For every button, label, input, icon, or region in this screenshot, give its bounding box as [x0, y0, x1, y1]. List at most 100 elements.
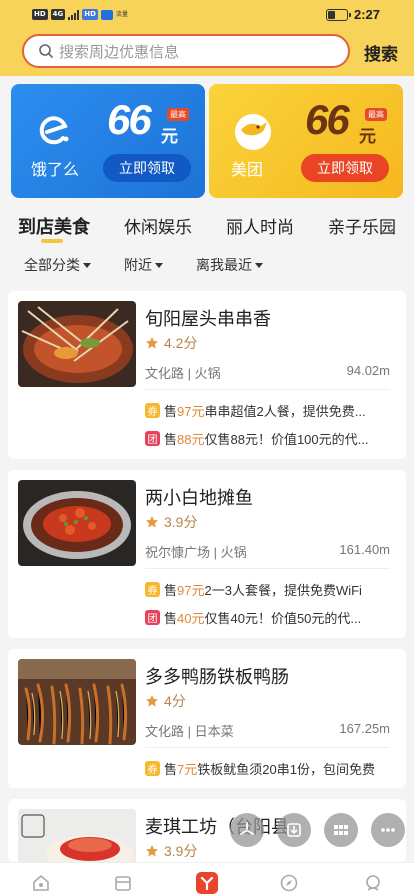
- store-rating: 4.2分: [145, 333, 197, 353]
- status-left: HD 4G HD 流量: [32, 9, 128, 20]
- store-photo: [18, 301, 136, 387]
- bottom-nav: [0, 862, 414, 896]
- hd-voice-chip: HD: [82, 9, 98, 20]
- pinwheel-button[interactable]: [230, 813, 264, 847]
- header-background: HD 4G HD 流量 2:27 搜索周边优惠信息 搜索: [0, 0, 414, 76]
- meituan-brand-label: 美团: [231, 162, 264, 179]
- deal-groupbuy[interactable]: 团 售 40元 仅售40元！价值50元的代...: [145, 608, 395, 627]
- meituan-max-tag: 最高: [365, 108, 387, 121]
- pinwheel-icon: [240, 822, 254, 835]
- more-button[interactable]: [371, 813, 405, 847]
- store-photo: [18, 659, 136, 745]
- divider: [145, 389, 390, 390]
- active-tab-indicator: [41, 239, 63, 243]
- brand-logo-icon: [200, 876, 214, 891]
- eleme-brand-label: 饿了么: [31, 162, 80, 179]
- deal-coupon[interactable]: 券 售 97元 串串超值2人餐，提供免费...: [145, 401, 395, 420]
- grid-icon: [334, 825, 348, 835]
- caret-down-icon: [155, 262, 163, 268]
- deal-prefix: 售: [164, 432, 178, 447]
- search-button[interactable]: 搜索: [364, 40, 398, 65]
- groupbuy-tag: 团: [145, 610, 160, 625]
- store-distance: 161.40m: [339, 542, 390, 557]
- store-address: 祝尔慷广场 | 火锅: [145, 545, 247, 560]
- tab-beauty[interactable]: 丽人时尚: [226, 213, 294, 238]
- search-placeholder: 搜索周边优惠信息: [59, 43, 180, 61]
- meituan-unit: 元: [359, 127, 376, 146]
- tab-family[interactable]: 亲子乐园: [328, 213, 396, 238]
- deal-text: 仅售40元！价值50元的代...: [204, 611, 362, 626]
- meituan-promo-card[interactable]: 美团 66 最高 元 立即领取: [209, 84, 403, 198]
- store-name: 多多鸭肠铁板鸭肠: [145, 667, 289, 687]
- store-name: 两小白地摊鱼: [145, 488, 253, 508]
- filter-category-label: 全部分类: [24, 257, 80, 273]
- store-card[interactable]: 多多鸭肠铁板鸭肠 4分 文化路 | 日本菜 167.25m 券 售 7元 铁板鱿…: [8, 649, 406, 788]
- deal-prefix: 售: [164, 583, 178, 598]
- nav-center[interactable]: [196, 872, 218, 894]
- rating-value: 4分: [164, 693, 186, 709]
- groupbuy-tag: 团: [145, 431, 160, 446]
- filter-category-dropdown[interactable]: 全部分类: [24, 255, 91, 275]
- nav-discover[interactable]: [278, 872, 300, 894]
- search-input[interactable]: 搜索周边优惠信息: [22, 34, 350, 68]
- floating-actions: [230, 813, 405, 847]
- store-address: 文化路 | 火锅: [145, 366, 221, 381]
- deal-price: 97元: [177, 404, 205, 419]
- nav-profile[interactable]: [362, 872, 384, 894]
- tab-food[interactable]: 到店美食: [18, 213, 90, 239]
- network-chip: 4G: [50, 9, 66, 20]
- coupon-tag: 券: [145, 582, 160, 597]
- store-name: 旬阳屋头串串香: [145, 309, 271, 329]
- star-icon: [146, 337, 158, 349]
- store-icon: [115, 876, 131, 891]
- star-icon: [146, 695, 158, 707]
- tab-entertainment[interactable]: 休闲娱乐: [124, 213, 192, 238]
- battery-level: [327, 10, 335, 19]
- download-icon: [287, 823, 301, 837]
- eleme-unit: 元: [161, 127, 178, 146]
- rating-value: 3.9分: [164, 843, 198, 859]
- status-right: 2:27: [325, 7, 380, 22]
- filter-bar: 全部分类 附近 离我最近: [0, 255, 414, 275]
- battery-icon: [325, 8, 351, 21]
- coupon-tag: 券: [145, 761, 160, 776]
- eleme-max-tag: 最高: [167, 108, 189, 121]
- nav-home[interactable]: [30, 872, 52, 894]
- meituan-logo-icon: [235, 114, 271, 150]
- deal-price: 88元: [177, 432, 205, 447]
- grid-button[interactable]: [324, 813, 358, 847]
- star-icon: [146, 516, 158, 528]
- eleme-promo-card[interactable]: 饿了么 66 最高 元 立即领取: [11, 84, 205, 198]
- meituan-claim-button[interactable]: 立即领取: [301, 154, 389, 182]
- deal-coupon[interactable]: 券 售 7元 铁板鱿鱼须20串1份，包间免费: [145, 759, 395, 778]
- rating-value: 3.9分: [164, 514, 198, 530]
- deal-text: 铁板鱿鱼须20串1份，包间免费: [197, 762, 375, 777]
- download-button[interactable]: [277, 813, 311, 847]
- deal-groupbuy[interactable]: 团 售 88元 仅售88元！价值100元的代...: [145, 429, 395, 448]
- filter-sort-label: 离我最近: [196, 257, 252, 273]
- status-bar: HD 4G HD 流量 2:27: [0, 0, 414, 30]
- store-photo: [18, 480, 136, 566]
- nav-store[interactable]: [112, 872, 134, 894]
- status-time: 2:27: [353, 7, 380, 22]
- deal-price: 7元: [177, 762, 198, 777]
- caret-down-icon: [83, 262, 91, 268]
- store-rating: 3.9分: [145, 841, 197, 861]
- deal-coupon[interactable]: 券 售 97元 2一3人套餐，提供免费WiFi: [145, 580, 395, 599]
- app-notification-icon: [100, 9, 113, 20]
- star-icon: [146, 845, 158, 857]
- store-address: 文化路 | 日本菜: [145, 724, 234, 739]
- deal-text: 仅售88元！价值100元的代...: [204, 432, 369, 447]
- filter-nearby-dropdown[interactable]: 附近: [124, 255, 163, 275]
- store-photo: [18, 809, 136, 862]
- category-tabs: 到店美食 休闲娱乐 丽人时尚 亲子乐园: [0, 213, 414, 243]
- deal-prefix: 售: [164, 611, 178, 626]
- store-card[interactable]: 旬阳屋头串串香 4.2分 文化路 | 火锅 94.02m 券 售 97元 串串超…: [8, 291, 406, 459]
- eleme-claim-button[interactable]: 立即领取: [103, 154, 191, 182]
- deal-price: 40元: [177, 611, 205, 626]
- rating-value: 4.2分: [164, 335, 198, 351]
- store-rating: 4分: [145, 691, 186, 711]
- filter-sort-dropdown[interactable]: 离我最近: [196, 255, 263, 275]
- filter-nearby-label: 附近: [124, 257, 152, 273]
- store-card[interactable]: 两小白地摊鱼 3.9分 祝尔慷广场 | 火锅 161.40m 券 售 97元 2…: [8, 470, 406, 638]
